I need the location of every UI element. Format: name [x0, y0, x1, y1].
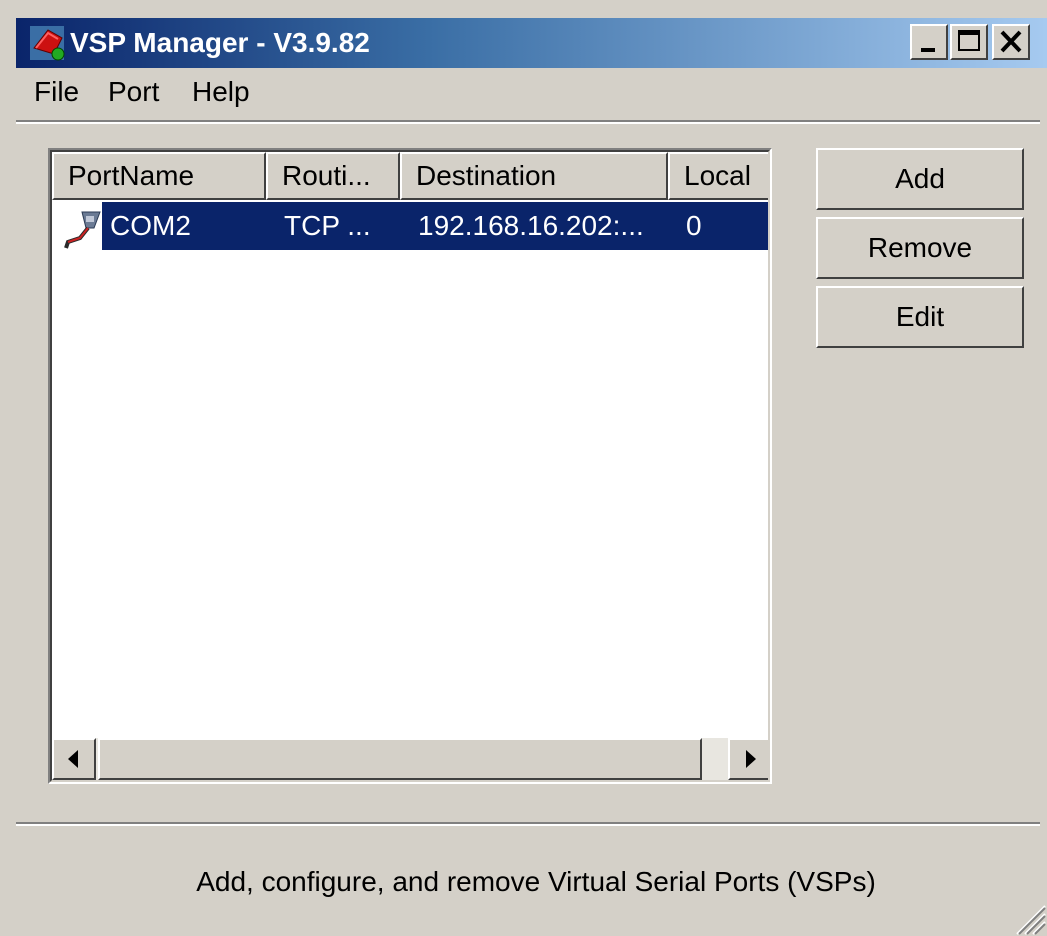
port-list[interactable]: PortName Routi... Destination Local COM2…	[48, 148, 772, 784]
resize-grip-icon[interactable]	[1007, 896, 1047, 936]
edit-button[interactable]: Edit	[816, 286, 1024, 348]
menu-file[interactable]: File	[34, 70, 79, 114]
cell-portname: COM2	[110, 210, 191, 241]
status-text: Add, configure, and remove Virtual Seria…	[196, 866, 876, 897]
maximize-button[interactable]	[950, 24, 988, 60]
scroll-left-button[interactable]	[52, 738, 96, 780]
close-button[interactable]	[992, 24, 1030, 60]
arrow-right-icon	[746, 750, 756, 768]
arrow-left-icon	[68, 750, 78, 768]
add-button[interactable]: Add	[816, 148, 1024, 210]
menu-port[interactable]: Port	[108, 70, 159, 114]
minimize-icon	[921, 48, 935, 52]
window-title: VSP Manager - V3.9.82	[70, 27, 370, 58]
status-separator	[16, 822, 1040, 826]
table-row[interactable]: COM2 TCP ... 192.168.16.202:... 0	[52, 202, 768, 250]
maximize-icon	[958, 30, 980, 51]
column-header-local[interactable]: Local	[668, 152, 768, 200]
horizontal-scrollbar[interactable]	[52, 738, 768, 780]
close-icon	[1000, 30, 1022, 53]
scroll-right-button[interactable]	[728, 738, 768, 780]
cell-local: 0	[686, 210, 702, 241]
title-bar[interactable]: VSP Manager - V3.9.82	[16, 18, 1047, 68]
menu-separator	[16, 120, 1040, 124]
column-header-portname[interactable]: PortName	[52, 152, 266, 200]
vsp-manager-window: VSP Manager - V3.9.82 File Port Help Por…	[0, 0, 1047, 936]
cell-destination: 192.168.16.202:...	[418, 210, 644, 241]
cell-routing: TCP ...	[284, 210, 371, 241]
app-icon	[30, 26, 65, 61]
minimize-button[interactable]	[910, 24, 948, 60]
menu-help[interactable]: Help	[192, 70, 250, 114]
serial-port-icon	[64, 211, 101, 249]
scrollbar-thumb[interactable]	[98, 738, 702, 780]
remove-button[interactable]: Remove	[816, 217, 1024, 279]
column-header-destination[interactable]: Destination	[400, 152, 668, 200]
column-header-routing[interactable]: Routi...	[266, 152, 400, 200]
